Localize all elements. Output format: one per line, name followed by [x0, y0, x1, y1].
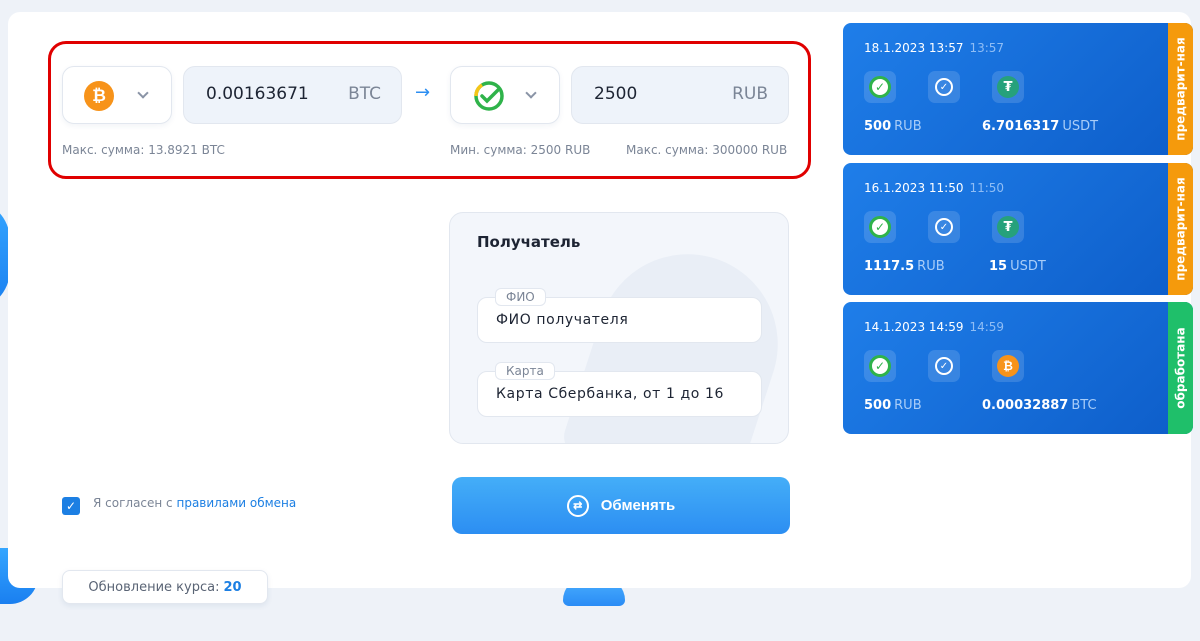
transaction-datetime: 16.1.2023 11:50: [864, 181, 964, 195]
transaction-status-label: предварит-ная: [1173, 37, 1188, 141]
to-amount: 0.00032887: [982, 398, 1069, 413]
from-currency: RUB: [894, 119, 922, 134]
recipient-card-input[interactable]: [496, 386, 751, 402]
check-circle-icon: ✓: [928, 211, 960, 243]
transaction-status-label: предварит-ная: [1173, 177, 1188, 281]
to-currency: USDT: [1062, 119, 1099, 134]
tether-icon: ₮: [992, 211, 1024, 243]
chevron-down-icon: [137, 87, 149, 99]
transaction-status-label: обработана: [1173, 327, 1188, 409]
arrow-right-icon: →: [415, 82, 431, 103]
check-circle-icon: ✓: [928, 350, 960, 382]
transaction-to-amount: 6.7016317 USDT: [982, 119, 1098, 134]
from-amount: 1117.5: [864, 259, 915, 274]
to-currency: USDT: [1010, 259, 1046, 274]
from-amount: 500: [864, 398, 892, 413]
transaction-from-amount: 500 RUB: [864, 398, 922, 413]
rate-update-badge: Обновление курса: 20: [62, 570, 268, 604]
transaction-date: 16.1.2023 11:50 11:50: [864, 181, 1004, 195]
to-currency-code: RUB: [732, 84, 768, 104]
transaction-date: 14.1.2023 14:59 14:59: [864, 320, 1004, 334]
exchange-rules-link[interactable]: правилами обмена: [176, 496, 296, 510]
transaction-time: 13:57: [969, 41, 1005, 55]
exchange-icon: ⇄: [566, 494, 589, 517]
to-max-hint: Макс. сумма: 300000 RUB: [626, 143, 788, 157]
sberbank-icon: ✓: [864, 211, 896, 243]
from-currency-select[interactable]: ₿: [62, 66, 172, 124]
bitcoin-icon: ₿: [992, 350, 1024, 382]
transaction-from-amount: 500 RUB: [864, 119, 922, 134]
from-currency-code: BTC: [348, 84, 381, 104]
recipient-name-label: ФИО: [495, 288, 546, 306]
transaction-status: предварит-ная: [1168, 163, 1193, 295]
recipient-card-label: Карта: [495, 362, 555, 380]
transaction-card[interactable]: 14.1.2023 14:59 14:59 ✓ ✓ ₿ 500 RUB 0.0003…: [843, 302, 1193, 434]
transaction-date: 18.1.2023 13:57 13:57: [864, 41, 1004, 55]
rate-update-value: 20: [223, 579, 242, 595]
transaction-from-amount: 1117.5 RUB: [864, 259, 945, 274]
exchange-button-label: Обменять: [600, 497, 676, 514]
transaction-card[interactable]: 16.1.2023 11:50 11:50 ✓ ✓ ₮ 1117.5 RUB 15 U…: [843, 163, 1193, 295]
transaction-status: обработана: [1168, 302, 1193, 434]
to-amount-input[interactable]: 2500 RUB: [571, 66, 789, 124]
sberbank-icon: ✓: [864, 71, 896, 103]
tether-icon: ₮: [992, 71, 1024, 103]
agree-checkbox[interactable]: ✓: [62, 497, 80, 515]
recipient-card-field[interactable]: Карта: [477, 362, 762, 417]
recipient-name-input[interactable]: [496, 312, 751, 328]
from-max-hint: Макс. сумма: 13.8921 BTC: [62, 143, 225, 157]
transaction-datetime: 18.1.2023 13:57: [864, 41, 964, 55]
transaction-card[interactable]: 18.1.2023 13:57 13:57 ✓ ✓ ₮ 500 RUB 6.7016…: [843, 23, 1193, 155]
from-amount-value: 0.00163671: [206, 84, 309, 104]
to-amount: 15: [989, 259, 1008, 274]
to-amount-value: 2500: [594, 84, 638, 104]
to-currency: BTC: [1071, 398, 1097, 413]
recipient-title: Получатель: [477, 233, 581, 251]
check-circle-icon: ✓: [928, 71, 960, 103]
to-min-hint: Мин. сумма: 2500 RUB: [450, 143, 591, 157]
recipient-card: Получатель ФИО Карта: [449, 212, 789, 444]
bitcoin-icon: ₿: [84, 81, 114, 111]
transaction-to-amount: 0.00032887 BTC: [982, 398, 1097, 413]
transaction-time: 14:59: [969, 320, 1005, 334]
from-currency: RUB: [917, 259, 945, 274]
rate-update-label: Обновление курса:: [88, 579, 220, 595]
agree-label: Я согласен с: [93, 496, 177, 510]
to-currency-select[interactable]: [450, 66, 560, 124]
transaction-datetime: 14.1.2023 14:59: [864, 320, 964, 334]
chevron-down-icon: [525, 87, 537, 99]
exchange-button[interactable]: ⇄ Обменять: [452, 477, 790, 534]
from-amount: 500: [864, 119, 892, 134]
transaction-status: предварит-ная: [1168, 23, 1193, 155]
sberbank-icon: [473, 80, 505, 116]
from-currency: RUB: [894, 398, 922, 413]
to-amount: 6.7016317: [982, 119, 1060, 134]
transaction-to-amount: 15 USDT: [989, 259, 1046, 274]
from-amount-input[interactable]: 0.00163671 BTC: [183, 66, 402, 124]
sberbank-icon: ✓: [864, 350, 896, 382]
recipient-name-field[interactable]: ФИО: [477, 288, 762, 343]
transaction-time: 11:50: [969, 181, 1005, 195]
agree-text: Я согласен с правилами обмена: [93, 496, 296, 510]
